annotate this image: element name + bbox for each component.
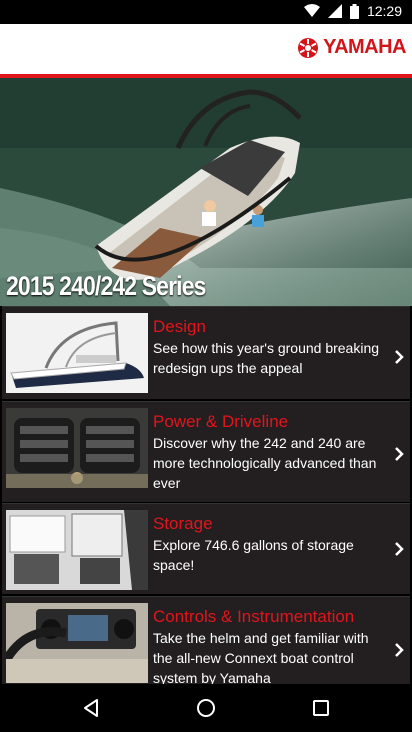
item-title: Power & Driveline (153, 412, 289, 431)
yamaha-logo[interactable]: YAMAHA (297, 36, 406, 59)
feature-list: Design See how this year's ground breaki… (0, 306, 412, 684)
home-icon[interactable] (194, 696, 218, 720)
list-item-controls-instrumentation[interactable]: Controls & Instrumentation Take the helm… (2, 596, 410, 684)
power-driveline-thumbnail (6, 408, 148, 488)
chevron-right-icon (395, 542, 404, 556)
system-nav-bar (0, 684, 412, 732)
storage-thumbnail (6, 510, 148, 590)
brand-name: YAMAHA (323, 36, 406, 58)
back-icon[interactable] (79, 696, 103, 720)
design-thumbnail (6, 313, 148, 393)
status-bar: 12:29 (0, 0, 412, 24)
chevron-right-icon (395, 643, 404, 657)
item-title: Controls & Instrumentation (153, 607, 355, 626)
controls-thumbnail (6, 603, 148, 683)
item-description: Explore 746.6 gallons of storage space! (153, 537, 354, 573)
signal-icon (327, 4, 342, 18)
battery-icon (349, 3, 359, 19)
item-description: Discover why the 242 and 240 are more te… (153, 435, 377, 491)
item-description: See how this year's ground breaking rede… (153, 340, 380, 376)
list-item-power-driveline[interactable]: Power & Driveline Discover why the 242 a… (2, 401, 410, 502)
recents-icon[interactable] (309, 696, 333, 720)
item-title: Storage (153, 514, 213, 533)
status-time: 12:29 (366, 3, 402, 19)
wifi-icon (303, 4, 320, 17)
app-header: YAMAHA (0, 24, 412, 74)
chevron-right-icon (395, 447, 404, 461)
series-title: 2015 240/242 Series (6, 271, 206, 301)
hero-banner: 2015 240/242 Series (0, 78, 412, 306)
item-title: Design (153, 317, 206, 336)
tuning-fork-emblem-icon (298, 37, 319, 58)
chevron-right-icon (395, 350, 404, 364)
list-item-storage[interactable]: Storage Explore 746.6 gallons of storage… (2, 503, 410, 594)
item-description: Take the helm and get familiar with the … (153, 630, 369, 684)
list-item-design[interactable]: Design See how this year's ground breaki… (2, 306, 410, 399)
